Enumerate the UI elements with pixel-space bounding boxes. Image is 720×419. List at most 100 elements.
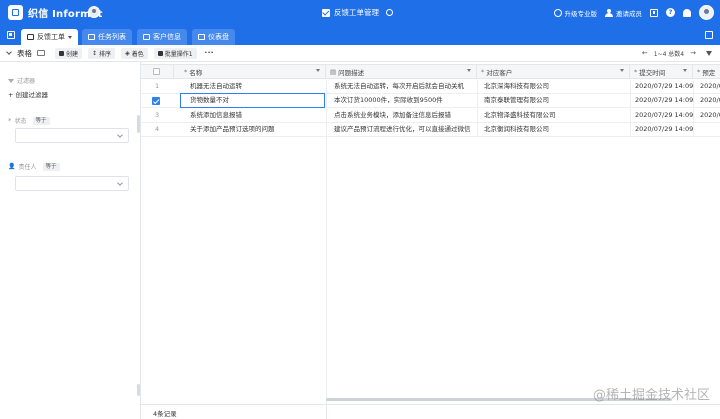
- pager-label: 1~4 总数4: [653, 50, 685, 58]
- column-label: 名称: [189, 68, 203, 77]
- header-actions: 升级专业版 邀请成员 ?: [553, 4, 714, 21]
- help-icon[interactable]: ?: [666, 8, 675, 17]
- cell-scheduled[interactable]: 2020/0: [696, 109, 720, 122]
- chevron-down-icon[interactable]: [467, 69, 471, 72]
- batch-actions-button[interactable]: 批量操作1: [153, 47, 197, 59]
- data-grid: * 名称 ▤ 问题描述 * 对应客户 * 提交时间 * 预定 1 机器无法自动运…: [141, 62, 720, 419]
- cell-divider: [693, 123, 694, 136]
- column-header-customer[interactable]: * 对应客户: [477, 65, 630, 78]
- cell-divider: [326, 80, 327, 93]
- cell-customer[interactable]: 北京衡润科技有限公司: [480, 123, 630, 136]
- table-footer: 4条记录: [141, 404, 720, 419]
- table-row[interactable]: 1 机器无法自动运转 系统无法自动运转，每次开启后就会自动关机 北京深海科技有限…: [141, 80, 720, 94]
- apps-icon[interactable]: [650, 8, 658, 17]
- column-label: 对应客户: [486, 68, 513, 77]
- row-checkbox-checked[interactable]: [152, 97, 160, 105]
- app-logo-icon[interactable]: [8, 5, 23, 20]
- chevron-down-icon[interactable]: [68, 35, 72, 39]
- column-header-submit-time[interactable]: * 提交时间: [630, 65, 693, 78]
- tab-dashboard[interactable]: 仪表盘: [192, 29, 235, 45]
- row-index: 4: [155, 125, 160, 133]
- cell-submit-time[interactable]: 2020/07/29 14:09: [631, 94, 693, 107]
- cell-scheduled[interactable]: [696, 123, 720, 136]
- table-row-selected[interactable]: 货物数量不对 本次订货10000件，实际收到9500件 南京泰联管理有限公司 2…: [141, 93, 720, 108]
- filter-icon[interactable]: [706, 50, 712, 56]
- upgrade-button[interactable]: 升级专业版: [553, 8, 597, 18]
- add-filter-button[interactable]: + 创建过滤器: [8, 89, 48, 99]
- record-count: 4条记录: [153, 410, 177, 418]
- chevron-down-icon[interactable]: [620, 69, 624, 72]
- owner-operator[interactable]: 等于: [42, 162, 60, 171]
- tab-label: 反馈工单: [37, 33, 65, 41]
- menu-grid-icon[interactable]: [7, 31, 15, 39]
- chevron-down-icon[interactable]: [316, 69, 320, 72]
- cell-name[interactable]: 机器无法自动运转: [186, 80, 326, 93]
- tab-customer-info[interactable]: 客户信息: [137, 29, 187, 45]
- status-operator[interactable]: 等于: [32, 116, 50, 125]
- workspace-avatar[interactable]: [88, 6, 100, 18]
- tab-task-list[interactable]: 任务列表: [82, 29, 132, 45]
- cell-divider: [326, 123, 327, 136]
- user-icon: 👤: [8, 163, 16, 170]
- invite-members-button[interactable]: 邀请成员: [605, 8, 642, 18]
- create-button[interactable]: 创建: [55, 47, 83, 59]
- cell-submit-time[interactable]: 2020/07/29 14:09: [631, 123, 693, 136]
- user-avatar[interactable]: [699, 5, 714, 20]
- panel-scrollbar[interactable]: [137, 115, 140, 133]
- view-name[interactable]: 表格: [17, 48, 32, 59]
- prev-page-icon[interactable]: ←: [642, 49, 648, 57]
- cell-customer[interactable]: 北京物泽盛科技有限公司: [480, 109, 630, 122]
- cell-description[interactable]: 本次订货10000件，实际收到9500件: [330, 94, 477, 107]
- status-label: 状态: [14, 118, 27, 125]
- column-header-description[interactable]: ▤ 问题描述: [326, 65, 477, 78]
- owner-filter-row: 👤 责任人 等于: [8, 162, 60, 171]
- cell-description[interactable]: 点击系统业务模块，添加备注信息后报错: [330, 109, 477, 122]
- sort-label: 排序: [99, 50, 112, 58]
- select-all-checkbox[interactable]: [153, 68, 160, 75]
- cell-scheduled[interactable]: 2020/0: [696, 94, 720, 107]
- cell-scheduled[interactable]: 2020/0: [696, 80, 720, 93]
- status-filter-row: * 状态 等于: [8, 116, 50, 125]
- checkbox-icon: [157, 50, 163, 56]
- column-header-name[interactable]: * 名称: [174, 65, 326, 78]
- cell-description[interactable]: 系统无法自动运转，每次开启后就会自动关机: [330, 80, 477, 93]
- view-toolbar: 表格 创建 ↕ 排序 ◈ 着色 批量操作1 ··· ← 1~4 总数4 →: [0, 45, 720, 62]
- pagination: ← 1~4 总数4 →: [642, 49, 712, 58]
- expand-icon[interactable]: [705, 31, 713, 39]
- plus-icon: [59, 50, 64, 56]
- cell-name[interactable]: 关于添加产品预订选项的问题: [186, 123, 326, 136]
- tab-label: 任务列表: [98, 33, 126, 41]
- tab-feedback-tickets[interactable]: 反馈工单: [21, 29, 78, 45]
- owner-select[interactable]: [15, 176, 129, 191]
- next-page-icon[interactable]: →: [690, 49, 696, 57]
- field-icon: *: [8, 116, 12, 125]
- cell-customer[interactable]: 北京深海科技有限公司: [480, 80, 630, 93]
- chevron-down-icon[interactable]: [683, 69, 687, 72]
- settings-icon[interactable]: [386, 9, 393, 16]
- footer-divider: [326, 405, 327, 419]
- cell-name[interactable]: 货物数量不对: [186, 94, 326, 107]
- chevron-down-icon[interactable]: [6, 49, 12, 55]
- user-add-icon: [605, 8, 613, 17]
- text-field-icon: ▤: [330, 67, 337, 76]
- table-icon: [27, 34, 34, 40]
- status-select[interactable]: [15, 128, 129, 143]
- color-button[interactable]: ◈ 着色: [121, 47, 148, 59]
- cell-description[interactable]: 建议产品预订流程进行优化，可以直接通过微信: [330, 123, 477, 136]
- select-all-cell: [141, 65, 174, 78]
- panel-scrollbar-bottom[interactable]: [137, 384, 140, 396]
- view-settings-icon[interactable]: [37, 50, 45, 56]
- table-row[interactable]: 4 关于添加产品预订选项的问题 建议产品预订流程进行优化，可以直接通过微信 北京…: [141, 123, 720, 137]
- app-title[interactable]: 反馈工单管理: [322, 7, 393, 18]
- cell-submit-time[interactable]: 2020/07/29 14:09: [631, 80, 693, 93]
- dashboard-icon: [198, 34, 205, 40]
- cell-name[interactable]: 系统添加信息报错: [186, 109, 326, 122]
- cell-submit-time[interactable]: 2020/07/29 14:09: [631, 109, 693, 122]
- notification-bell-icon[interactable]: [683, 8, 691, 17]
- table-row[interactable]: 3 系统添加信息报错 点击系统业务模块，添加备注信息后报错 北京物泽盛科技有限公…: [141, 109, 720, 123]
- column-header-scheduled[interactable]: * 预定: [693, 65, 720, 78]
- more-actions-button[interactable]: ···: [205, 49, 214, 57]
- color-label: 着色: [131, 50, 144, 58]
- sort-button[interactable]: ↕ 排序: [88, 47, 116, 59]
- cell-customer[interactable]: 南京泰联管理有限公司: [480, 94, 630, 107]
